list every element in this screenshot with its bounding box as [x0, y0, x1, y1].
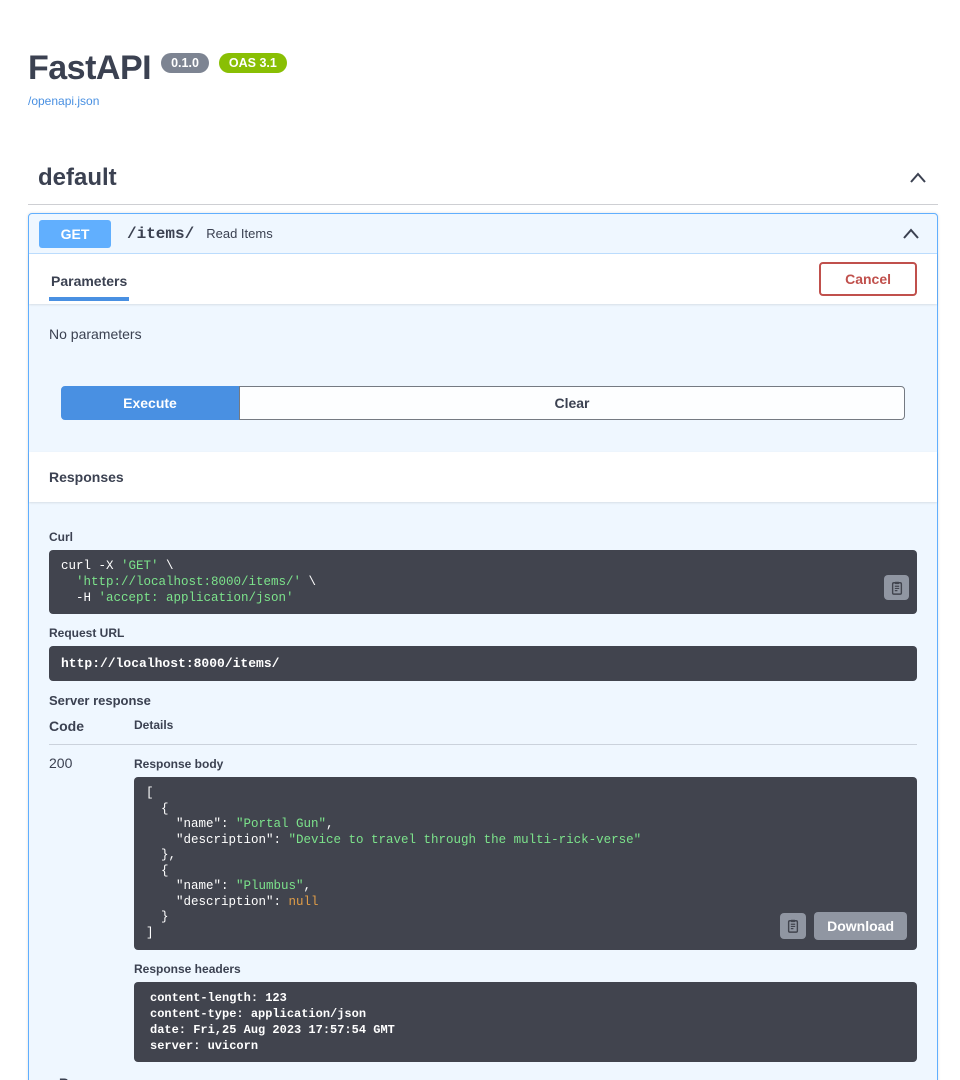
- responses-section-header: Responses: [29, 452, 937, 502]
- oas-version-badge: OAS 3.1: [219, 53, 287, 73]
- curl-code-block: curl -X 'GET' \ 'http://localhost:8000/i…: [49, 550, 917, 614]
- response-headers-label: Response headers: [134, 962, 917, 976]
- request-url-block: http://localhost:8000/items/: [49, 646, 917, 681]
- details-column-header: Details: [134, 718, 917, 734]
- tag-name: default: [38, 164, 117, 192]
- copy-to-clipboard-button[interactable]: [884, 575, 909, 600]
- operation-summary-text: Read Items: [206, 226, 272, 241]
- status-code: 200: [49, 755, 134, 1062]
- clear-button[interactable]: Clear: [239, 386, 905, 420]
- collapse-chevron-icon[interactable]: [908, 171, 928, 185]
- clipboard-icon: [786, 919, 800, 933]
- version-badge: 0.1.0: [161, 53, 209, 73]
- responses-body: Curl curl -X 'GET' \ 'http://localhost:8…: [29, 502, 937, 1080]
- curl-label: Curl: [49, 530, 917, 544]
- tab-parameters[interactable]: Parameters: [49, 257, 129, 301]
- execute-button-group: Execute Clear: [29, 372, 937, 452]
- table-row: 200 Response body [ { "name": "Portal Gu…: [49, 745, 917, 1062]
- openapi-spec-link[interactable]: /openapi.json: [28, 94, 938, 108]
- parameters-tab-label: Parameters: [49, 257, 129, 301]
- doc-responses-title: Responses: [49, 1076, 917, 1080]
- request-url-label: Request URL: [49, 626, 917, 640]
- operation-summary[interactable]: GET /items/ Read Items: [29, 214, 937, 254]
- no-parameters-text: No parameters: [29, 304, 937, 372]
- server-response-label: Server response: [49, 693, 917, 708]
- http-method-badge: GET: [39, 220, 111, 248]
- response-headers-block: content-length: 123content-type: applica…: [134, 982, 917, 1062]
- collapse-chevron-icon[interactable]: [901, 227, 921, 241]
- code-column-header: Code: [49, 718, 134, 734]
- response-body-label: Response body: [134, 757, 917, 771]
- copy-to-clipboard-button[interactable]: [780, 913, 806, 939]
- clipboard-icon: [890, 581, 904, 595]
- parameters-section-header: Parameters Cancel: [29, 254, 937, 304]
- operation-path: /items/: [127, 225, 194, 243]
- opblock-get-items: GET /items/ Read Items Parameters Cancel…: [28, 213, 938, 1080]
- download-button[interactable]: Download: [814, 912, 907, 940]
- swagger-ui-page: FastAPI 0.1.0 OAS 3.1 /openapi.json defa…: [28, 48, 938, 1080]
- api-info-header: FastAPI 0.1.0 OAS 3.1 /openapi.json: [28, 48, 938, 108]
- server-response-table: Code Details 200 Response body [ { "name…: [49, 718, 917, 1062]
- cancel-button[interactable]: Cancel: [819, 262, 917, 296]
- execute-button[interactable]: Execute: [61, 386, 239, 420]
- api-title: FastAPI: [28, 48, 151, 88]
- response-body-block: [ { "name": "Portal Gun", "description":…: [134, 777, 917, 950]
- responses-section-title: Responses: [49, 469, 124, 485]
- tag-section-default[interactable]: default: [28, 164, 938, 205]
